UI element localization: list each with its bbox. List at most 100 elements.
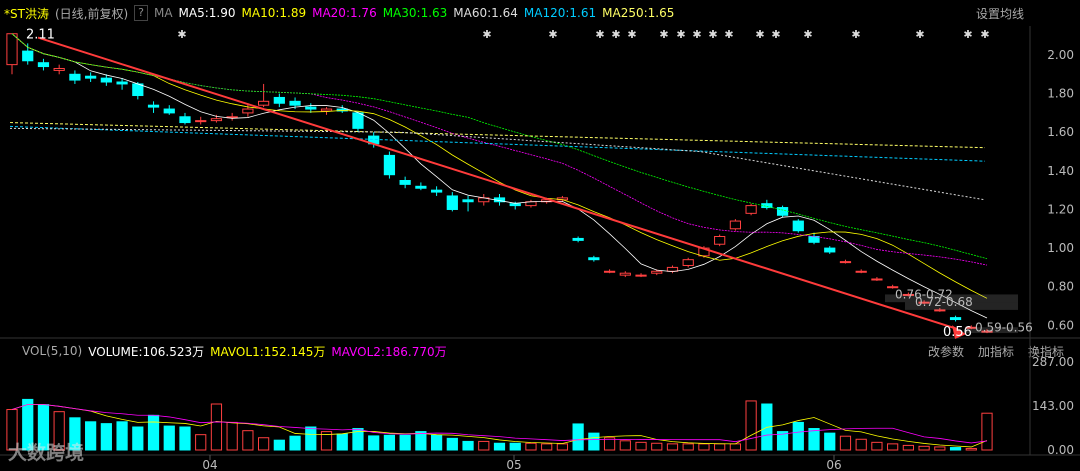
volume-bar [478, 440, 490, 451]
volume-bar [902, 444, 914, 451]
volume-bar [965, 447, 977, 451]
volume-bar [666, 443, 679, 451]
volume-tick-label: 143.00 [1032, 399, 1074, 413]
candle-body [100, 77, 112, 83]
volume-bar [336, 433, 348, 451]
volume-bar [368, 435, 380, 451]
volume-bar [242, 430, 254, 451]
volume-bar [383, 434, 396, 451]
high-annotation: 2.11 [26, 28, 55, 43]
event-marker: ✱ [803, 28, 812, 41]
volume-bar [949, 447, 962, 451]
candle-body [839, 261, 852, 264]
volume-bar [210, 403, 223, 451]
volume-bar [289, 435, 301, 451]
candle-body [792, 220, 804, 232]
trend-line [37, 36, 959, 331]
volume-bar [981, 412, 993, 451]
candle-body [242, 108, 254, 114]
candle-body [729, 220, 741, 230]
event-marker: ✱ [980, 28, 989, 41]
price-tick-label: 0.80 [1047, 280, 1074, 294]
candle-body [53, 67, 65, 71]
candle-body [745, 205, 757, 214]
ma20-line [11, 33, 988, 266]
candle-body [446, 195, 458, 210]
candle-body [824, 247, 836, 253]
volume-bar [493, 442, 506, 451]
volume-bar [714, 443, 726, 451]
event-marker: ✱ [548, 28, 557, 41]
volume-bar [698, 443, 710, 451]
volume-bar [100, 423, 112, 451]
event-marker: ✱ [627, 28, 636, 41]
price-tick-label: 1.00 [1047, 241, 1074, 255]
volume-bar [619, 440, 631, 451]
gap-label: 0.72-0.68 [915, 295, 973, 309]
candle-body [572, 237, 584, 241]
ma120-line [9, 125, 986, 162]
price-tick-label: 1.60 [1047, 125, 1074, 139]
volume-bar [541, 443, 553, 451]
candle-body [69, 73, 81, 81]
event-marker: ✱ [676, 28, 685, 41]
x-tick-label: 05 [506, 458, 521, 471]
volume-bar [509, 442, 521, 451]
volume-bar [147, 414, 160, 451]
price-tick-label: 1.40 [1047, 164, 1074, 178]
volume-bar [163, 425, 175, 451]
candle-body [430, 189, 443, 193]
candle-body [6, 33, 18, 66]
volume-bar [116, 421, 128, 451]
volume-tick-label: 287.00 [1032, 355, 1074, 369]
volume-bar [556, 443, 569, 451]
gap-label: 0.59-0.56 [975, 320, 1033, 334]
volume-bar [588, 432, 600, 451]
volume-bar [808, 428, 820, 451]
volume-bar [635, 441, 647, 451]
event-marker: ✱ [851, 28, 860, 41]
volume-bar [729, 443, 741, 451]
price-tick-label: 1.20 [1047, 202, 1074, 216]
volume-bar [430, 434, 443, 451]
volume-bar [855, 438, 867, 451]
volume-bar [525, 442, 537, 451]
volume-bar [887, 443, 899, 451]
candle-body [714, 236, 726, 245]
volume-bar [415, 431, 427, 451]
watermark: 大数跨境 [8, 442, 85, 464]
volume-bar [918, 445, 930, 451]
candle-body [163, 108, 175, 114]
event-marker: ✱ [177, 28, 186, 41]
candle-body [462, 199, 474, 203]
volume-bar [446, 437, 458, 451]
candle-body [132, 83, 144, 97]
volume-bar [399, 434, 411, 451]
candle-body [179, 116, 191, 124]
event-marker: ✱ [771, 28, 780, 41]
candle-body [509, 203, 521, 207]
volume-bar [85, 421, 97, 451]
candle-body [934, 309, 946, 312]
volume-bar [745, 400, 757, 451]
price-tick-label: 2.00 [1047, 48, 1074, 62]
candle-body [22, 50, 34, 62]
ma60-line [9, 127, 986, 201]
volume-bar [934, 446, 946, 451]
candle-body [273, 96, 285, 104]
candle-body [871, 278, 883, 281]
price-tick-label: 1.80 [1047, 87, 1074, 101]
candle-body [949, 317, 962, 321]
volume-bar [226, 421, 238, 451]
candle-body [603, 270, 616, 273]
volume-bar [179, 426, 191, 451]
event-marker: ✱ [692, 28, 701, 41]
candle-body [289, 100, 301, 106]
volume-bar [572, 423, 584, 451]
event-marker: ✱ [755, 28, 764, 41]
volume-bar [682, 443, 694, 451]
candle-body [320, 108, 333, 112]
kline-chart[interactable]: 2.00 1.80 1.60 1.40 1.20 1.00 0.80 0.60 287.00 14… [0, 0, 1080, 471]
x-tick-label: 04 [202, 458, 217, 471]
volume-bar [824, 432, 836, 451]
